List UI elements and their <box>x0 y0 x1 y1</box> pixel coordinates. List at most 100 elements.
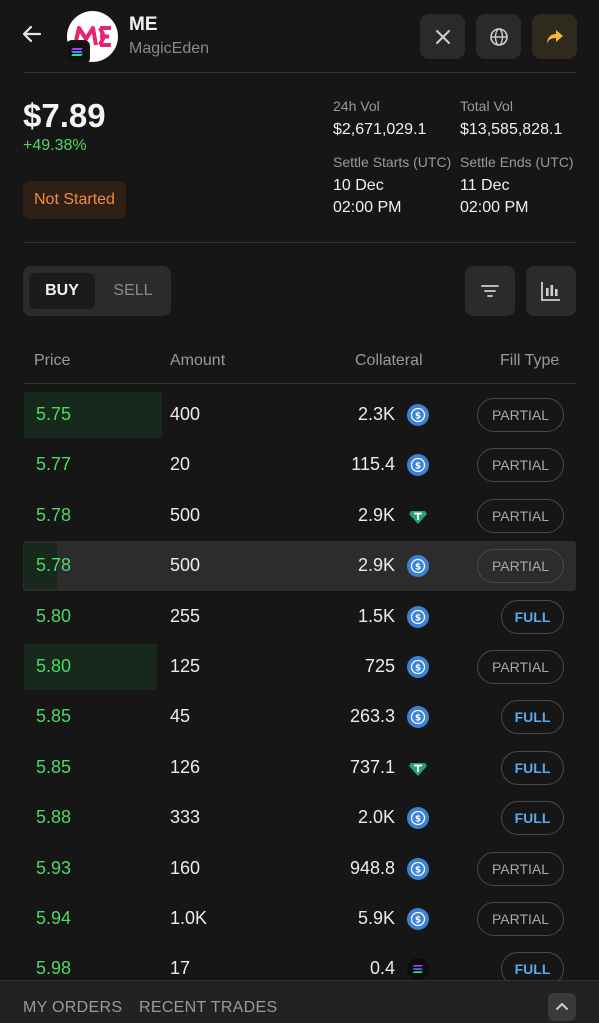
fill-type-badge[interactable]: PARTIAL <box>477 448 564 483</box>
fill-type-badge[interactable]: PARTIAL <box>477 398 564 432</box>
order-row[interactable]: 5.80 125 725 $ PARTIAL <box>23 642 576 692</box>
fill-type-badge[interactable]: PARTIAL <box>477 498 564 533</box>
usdc-token-icon: $ <box>407 605 429 628</box>
back-button[interactable] <box>18 20 46 48</box>
stats-divider <box>23 242 576 243</box>
order-row[interactable]: 5.88 333 2.0K $ FULL <box>23 793 576 843</box>
fill-type-badge[interactable]: PARTIAL <box>477 650 564 684</box>
order-amount: 500 <box>170 555 201 576</box>
svg-text:$: $ <box>415 815 421 825</box>
fill-type-badge[interactable]: FULL <box>501 700 564 735</box>
svg-text:$: $ <box>415 563 421 573</box>
fill-type-badge[interactable]: PARTIAL <box>477 549 564 584</box>
usdc-token-icon: $ <box>407 555 429 578</box>
usdc-token-icon: $ <box>407 454 429 477</box>
order-collateral: 1.5K <box>357 605 395 626</box>
share-arrow-icon <box>546 29 563 44</box>
settle-start-label: Settle Starts (UTC) <box>333 154 452 170</box>
page-subtitle: MagicEden <box>129 40 210 57</box>
order-row[interactable]: 5.77 20 115.4 $ PARTIAL <box>23 440 576 490</box>
order-amount: 500 <box>170 504 201 525</box>
usdt-token-icon <box>407 757 429 779</box>
order-collateral: 725 <box>364 656 395 676</box>
buy-tab[interactable]: BUY <box>29 273 95 309</box>
order-row[interactable]: 5.85 45 263.3 $ FULL <box>23 692 576 742</box>
order-row[interactable]: 5.93 160 948.8 $ PARTIAL <box>23 844 576 894</box>
order-price: 5.78 <box>36 504 72 525</box>
col-header-price: Price <box>34 352 71 369</box>
fill-type-badge[interactable]: FULL <box>501 750 564 785</box>
order-row[interactable]: 5.78 500 2.9K $ PARTIAL <box>23 541 576 592</box>
tab-recent-trades[interactable]: RECENT TRADES <box>139 999 277 1017</box>
solana-icon <box>71 48 83 56</box>
solana-chain-badge <box>66 40 90 64</box>
order-collateral: 2.9K <box>357 504 395 525</box>
order-collateral: 948.8 <box>349 857 395 878</box>
svg-text:$: $ <box>415 412 421 422</box>
col-header-collateral: Collateral <box>355 352 423 369</box>
status-badge: Not Started <box>23 181 126 219</box>
order-price: 5.78 <box>36 555 72 576</box>
settle-start-date: 10 Dec <box>333 177 384 194</box>
order-amount: 45 <box>170 706 191 727</box>
order-row[interactable]: 5.85 126 737.1 FULL <box>23 743 576 793</box>
table-header-divider <box>23 383 576 384</box>
order-collateral: 5.9K <box>357 908 395 928</box>
sell-tab[interactable]: SELL <box>101 273 165 309</box>
buy-sell-toggle: BUY SELL <box>23 266 171 316</box>
order-row[interactable]: 5.78 500 2.9K PARTIAL <box>23 491 576 541</box>
order-amount: 126 <box>170 756 201 777</box>
order-price: 5.94 <box>36 908 72 928</box>
chevron-up-icon <box>556 1003 568 1010</box>
filter-button[interactable] <box>465 266 515 316</box>
fill-type-badge[interactable]: PARTIAL <box>477 851 564 886</box>
x-twitter-button[interactable] <box>420 14 465 59</box>
order-amount: 125 <box>170 656 201 676</box>
order-amount: 400 <box>170 404 201 424</box>
settle-end-label: Settle Ends (UTC) <box>460 154 574 170</box>
order-amount: 1.0K <box>170 908 208 928</box>
candlestick-chart-icon <box>541 282 560 301</box>
order-amount: 17 <box>170 958 191 979</box>
order-collateral: 0.4 <box>369 958 395 979</box>
vol24h-label: 24h Vol <box>333 98 380 114</box>
header-divider <box>23 72 576 73</box>
filter-icon <box>481 285 499 297</box>
col-header-fill-type: Fill Type <box>500 352 560 369</box>
order-price: 5.75 <box>36 404 72 424</box>
usdc-token-icon: $ <box>407 807 429 830</box>
order-row[interactable]: 5.80 255 1.5K $ FULL <box>23 592 576 642</box>
order-row[interactable]: 5.75 400 2.3K $ PARTIAL <box>23 390 576 440</box>
usdc-token-icon: $ <box>407 656 429 678</box>
svg-text:$: $ <box>415 462 421 472</box>
svg-text:$: $ <box>415 613 421 623</box>
order-collateral: 737.1 <box>349 756 395 777</box>
settle-start-time: 02:00 PM <box>333 199 402 216</box>
svg-text:$: $ <box>415 865 421 875</box>
order-row[interactable]: 5.94 1.0K 5.9K $ PARTIAL <box>23 894 576 944</box>
usdc-token-icon: $ <box>407 404 429 426</box>
bottom-panel: MY ORDERS RECENT TRADES <box>0 980 599 1023</box>
chart-button[interactable] <box>526 266 576 316</box>
expand-panel-button[interactable] <box>548 993 576 1021</box>
order-collateral: 2.3K <box>357 404 395 424</box>
order-price: 5.77 <box>36 454 72 475</box>
fill-type-badge[interactable]: PARTIAL <box>477 902 564 936</box>
svg-text:$: $ <box>415 714 421 724</box>
col-header-amount: Amount <box>170 352 226 369</box>
total-vol-value: $13,585,828.1 <box>460 121 563 138</box>
total-vol-label: Total Vol <box>460 98 513 114</box>
usdc-token-icon: $ <box>407 857 429 880</box>
order-price: 5.85 <box>36 756 72 777</box>
share-button[interactable] <box>532 14 577 59</box>
tab-my-orders[interactable]: MY ORDERS <box>23 999 122 1017</box>
order-collateral: 2.9K <box>357 555 395 576</box>
price-change: +49.38% <box>23 137 87 154</box>
website-button[interactable] <box>476 14 521 59</box>
usdc-token-icon: $ <box>407 706 429 729</box>
globe-icon <box>489 27 508 46</box>
vol24h-value: $2,671,029.1 <box>333 121 427 138</box>
fill-type-badge[interactable]: FULL <box>501 599 564 634</box>
fill-type-badge[interactable]: FULL <box>501 801 564 836</box>
order-price: 5.88 <box>36 807 72 828</box>
